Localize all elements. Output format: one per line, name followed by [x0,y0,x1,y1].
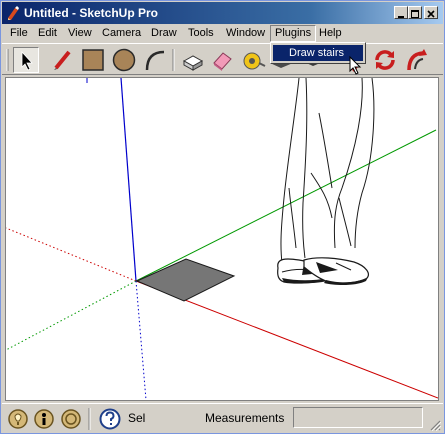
tape-measure-icon [243,52,266,70]
close-icon [427,10,435,18]
status-hint-text: Sel [128,411,146,425]
status-info-button[interactable] [60,408,82,430]
window-title: Untitled - SketchUp Pro [24,6,159,20]
shoes [277,257,369,286]
green-axis-positive [135,129,437,282]
follow-me-icon [407,49,427,71]
menu-help[interactable]: Help [315,26,346,41]
arc-tool-button[interactable] [142,47,168,73]
menu-edit[interactable]: Edit [34,26,61,41]
menu-bar: File Edit View Camera Draw Tools Window … [2,24,443,43]
component-icon [182,55,204,71]
blue-axis-negative [135,280,147,400]
maximize-icon [411,10,419,18]
rectangle-icon [82,49,104,71]
eraser-icon [213,52,232,71]
menu-view[interactable]: View [64,26,96,41]
make-component-button[interactable] [180,47,206,73]
close-button[interactable] [424,6,438,19]
maximize-button[interactable] [408,6,422,19]
menu-camera[interactable]: Camera [98,26,145,41]
status-bar: Sel Measurements [2,403,443,433]
menu-file[interactable]: File [6,26,32,41]
geo-location-button[interactable] [7,408,29,430]
instructor-button[interactable] [99,408,121,430]
person-icon [34,409,54,429]
red-axis-negative [6,227,137,282]
minimize-button[interactable] [394,6,408,19]
select-icon [21,50,33,71]
rotate-tool-button[interactable] [372,47,398,73]
rectangle-tool-button[interactable] [80,47,106,73]
menu-tools[interactable]: Tools [184,26,218,41]
status-separator [88,408,91,430]
main-toolbar [2,43,443,75]
sketchup-app-icon[interactable] [5,5,21,21]
drawing-viewport[interactable] [5,77,439,401]
sketchup-window: Untitled - SketchUp Pro File Edit View C… [0,0,445,434]
tape-measure-tool-button[interactable] [240,47,266,73]
title-bar[interactable]: Untitled - SketchUp Pro [2,2,443,24]
menu-plugins[interactable]: Plugins [270,25,317,42]
measurements-label: Measurements [205,411,285,425]
blue-axis-positive [120,78,137,282]
pencil-tool-button[interactable] [50,47,76,73]
toolbar-separator [172,49,175,71]
scale-figure[interactable] [280,78,375,264]
circle-icon [112,48,136,72]
select-tool-button[interactable] [13,47,39,73]
minimize-icon [398,16,404,18]
menu-draw[interactable]: Draw [147,26,181,41]
eraser-tool-button[interactable] [209,47,235,73]
credits-button[interactable] [33,408,55,430]
rectangle-face[interactable] [135,258,236,302]
help-icon [99,408,121,430]
user-circle-icon [61,409,81,429]
arc-icon [145,50,165,71]
follow-me-tool-button[interactable] [403,47,429,73]
rotate-icon [375,50,395,70]
pencil-icon [54,50,71,70]
menu-window[interactable]: Window [222,26,269,41]
mouse-cursor-icon [349,56,362,75]
circle-tool-button[interactable] [111,47,137,73]
lightbulb-icon [8,409,28,429]
green-axis-negative [6,280,137,351]
model-scene[interactable] [6,78,438,400]
toolbar-grip[interactable] [6,47,10,73]
measurements-input[interactable] [293,407,423,428]
resize-grip-icon[interactable] [429,419,441,431]
